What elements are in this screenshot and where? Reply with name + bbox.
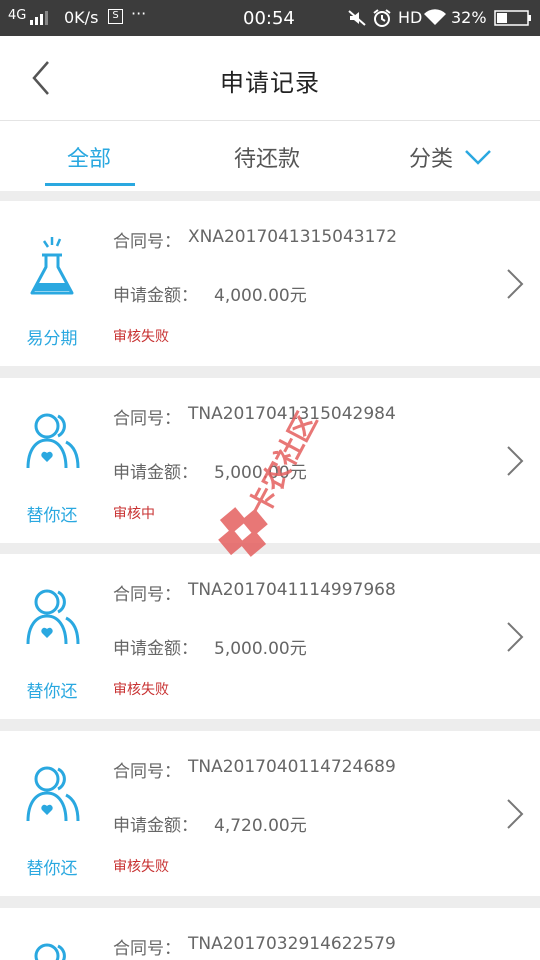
contract-label: 合同号： [113,762,181,782]
chevron-right-icon[interactable] [502,266,526,302]
status-badge: 审核中 [113,506,155,522]
chevron-right-icon[interactable] [502,796,526,832]
two-person-heart-icon [34,943,66,960]
contract-number: TNA2017040114724689 [188,757,396,777]
record-card[interactable]: 替你还 合同号： TNA2017040114724689 申请金额： 4,720… [0,731,540,896]
amount-label: 申请金额： [113,816,198,836]
record-card[interactable]: 合同号： TNA2017032914622579 [0,908,540,960]
page-title: 申请记录 [220,69,320,97]
record-card[interactable]: 替你还 合同号： TNA2017041315042984 申请金额： 5,000… [0,378,540,543]
tab-active-indicator [45,183,135,186]
contract-number: XNA2017041315043172 [188,227,398,247]
tab-all[interactable]: 全部 [67,141,111,173]
network-speed: 0K/s [64,8,99,27]
wifi-icon [424,9,446,25]
tab-category[interactable]: 分类 [409,141,453,173]
signal-icon [30,11,48,25]
alarm-icon [373,9,391,27]
battery-percent: 32% [451,8,487,27]
contract-number: TNA2017041315042984 [188,404,396,424]
product-name: 易分期 [26,329,78,349]
mute-icon [348,10,366,26]
amount-label: 申请金额： [113,639,198,659]
contract-label: 合同号： [113,232,181,252]
chevron-right-icon[interactable] [502,619,526,655]
tab-bar: 全部 待还款 分类 [0,121,540,191]
status-badge: 审核失败 [113,859,169,875]
sim-badge: S [108,9,123,24]
product-name: 替你还 [26,506,78,526]
amount-value: 5,000.00元 [214,639,307,659]
chevron-right-icon[interactable] [502,443,526,479]
clock: 00:54 [243,8,295,29]
battery-icon [494,10,531,26]
chevron-down-icon[interactable] [464,148,492,166]
network-type: 4G [8,8,27,23]
amount-value: 4,000.00元 [214,286,307,306]
contract-label: 合同号： [113,939,181,959]
status-bar: 4G 0K/s S ··· 00:54 HD 32% [0,0,540,36]
two-person-heart-icon [26,589,80,645]
tab-pending-repayment[interactable]: 待还款 [234,141,300,173]
flask-icon [30,237,74,295]
contract-number: TNA2017041114997968 [188,580,396,600]
status-badge: 审核失败 [113,682,169,698]
two-person-heart-icon [26,766,80,822]
contract-label: 合同号： [113,585,181,605]
record-card[interactable]: 易分期 合同号： XNA2017041315043172 申请金额： 4,000… [0,201,540,366]
amount-value: 4,720.00元 [214,816,307,836]
status-badge: 审核失败 [113,329,169,345]
amount-label: 申请金额： [113,463,198,483]
record-card[interactable]: 替你还 合同号： TNA2017041114997968 申请金额： 5,000… [0,554,540,719]
header: 申请记录 [0,36,540,121]
two-person-heart-icon [26,413,80,469]
amount-label: 申请金额： [113,286,198,306]
product-name: 替你还 [26,859,78,879]
contract-label: 合同号： [113,409,181,429]
amount-value: 5,000.00元 [214,463,307,483]
more-notifications: ··· [131,4,147,23]
contract-number: TNA2017032914622579 [188,934,396,954]
hd-indicator: HD [398,8,423,27]
product-name: 替你还 [26,682,78,702]
